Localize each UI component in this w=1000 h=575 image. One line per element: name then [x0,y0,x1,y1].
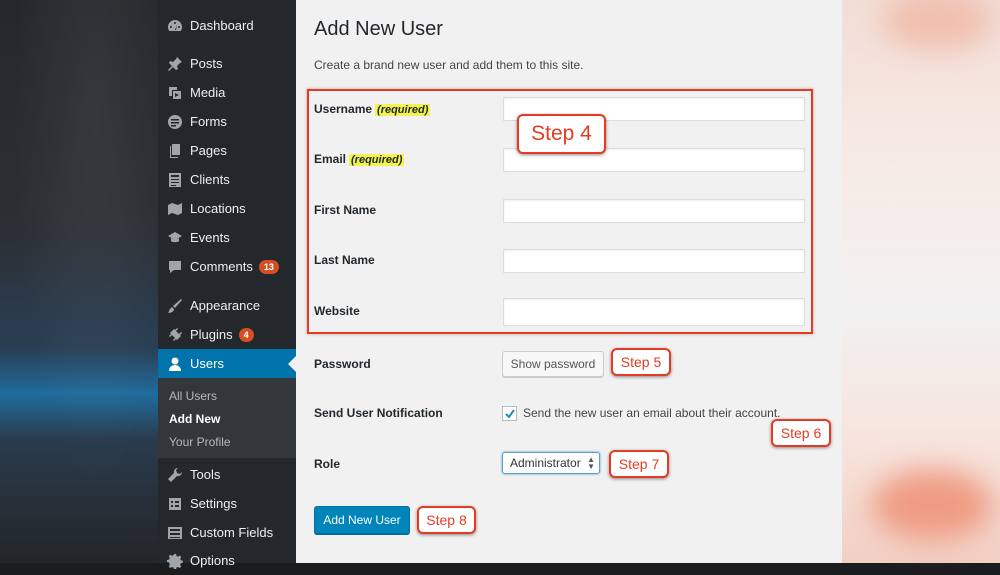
submenu-all-users[interactable]: All Users [169,389,217,403]
role-select-value: Administrator [510,456,581,470]
plugins-update-badge: 4 [238,327,254,342]
notification-checkbox-label[interactable]: Send the new user an email about their a… [523,406,781,420]
menu-label: Forms [190,114,227,129]
pages-icon [167,143,183,159]
menu-item-forms[interactable]: Forms [158,107,296,136]
menu-item-comments[interactable]: Comments 13 [158,252,296,281]
show-password-button[interactable]: Show password [502,351,604,377]
menu-item-users[interactable]: Users [158,349,296,378]
submenu-your-profile[interactable]: Your Profile [169,435,231,449]
brush-icon [167,298,183,314]
admin-sidebar: Dashboard Posts Media Forms Pages Client… [158,0,296,569]
wrench-icon [167,467,183,483]
notification-checkbox[interactable] [502,406,517,421]
comment-icon [167,259,183,275]
blurred-right-background [842,0,1000,563]
menu-label: Custom Fields [190,525,274,540]
menu-item-dashboard[interactable]: Dashboard [158,11,296,40]
step-6-callout: Step 6 [771,419,831,447]
menu-label: Pages [190,143,227,158]
menu-label: Dashboard [190,18,254,33]
menu-item-pages[interactable]: Pages [158,136,296,165]
step-4-callout: Step 4 [517,114,606,154]
checkmark-icon [504,408,515,419]
role-label: Role [314,457,341,471]
menu-label: Tools [190,467,221,482]
blurred-left-background [0,0,158,563]
user-icon [167,356,183,372]
add-new-user-button[interactable]: Add New User [314,506,410,534]
role-select[interactable]: Administrator ▲ ▼ [502,452,600,474]
menu-label: Settings [190,496,237,511]
notification-label: Send User Notification [314,406,443,420]
menu-item-tools[interactable]: Tools [158,460,296,489]
location-icon [167,201,183,217]
menu-label: Options [190,553,235,568]
comments-count-badge: 13 [258,259,279,274]
menu-item-clients[interactable]: Clients [158,165,296,194]
menu-label: Media [190,85,226,100]
menu-label: Events [190,230,230,245]
menu-item-settings[interactable]: Settings [158,489,296,518]
submenu-add-new[interactable]: Add New [169,412,220,426]
menu-item-options[interactable]: Options [158,546,296,575]
media-icon [167,85,183,101]
dashboard-icon [167,18,183,34]
forms-icon [167,114,183,130]
users-submenu: All Users Add New Your Profile [158,378,296,458]
clients-icon [167,172,183,188]
menu-item-plugins[interactable]: Plugins 4 [158,320,296,349]
step-7-callout: Step 7 [609,450,669,478]
menu-label: Users [190,356,224,371]
pin-icon [167,56,183,72]
menu-label: Plugins [190,327,233,342]
menu-item-locations[interactable]: Locations [158,194,296,223]
plug-icon [167,327,183,343]
menu-item-media[interactable]: Media [158,78,296,107]
menu-item-custom-fields[interactable]: Custom Fields [158,518,296,547]
menu-label: Appearance [190,298,261,313]
settings-icon [167,496,183,512]
menu-label: Posts [190,56,223,71]
gear-icon [167,553,183,569]
step-5-callout: Step 5 [611,348,671,376]
menu-item-appearance[interactable]: Appearance [158,291,296,320]
events-icon [167,230,183,246]
menu-item-posts[interactable]: Posts [158,49,296,78]
menu-label: Comments [190,259,253,274]
page-title: Add New User [314,18,443,40]
page-description: Create a brand new user and add them to … [314,58,584,72]
select-arrows-icon: ▲ ▼ [587,455,595,471]
menu-item-events[interactable]: Events [158,223,296,252]
step-8-callout: Step 8 [417,506,476,534]
menu-label: Clients [190,172,230,187]
custom-fields-icon [167,525,183,541]
menu-label: Locations [190,201,246,216]
password-label: Password [314,357,371,371]
